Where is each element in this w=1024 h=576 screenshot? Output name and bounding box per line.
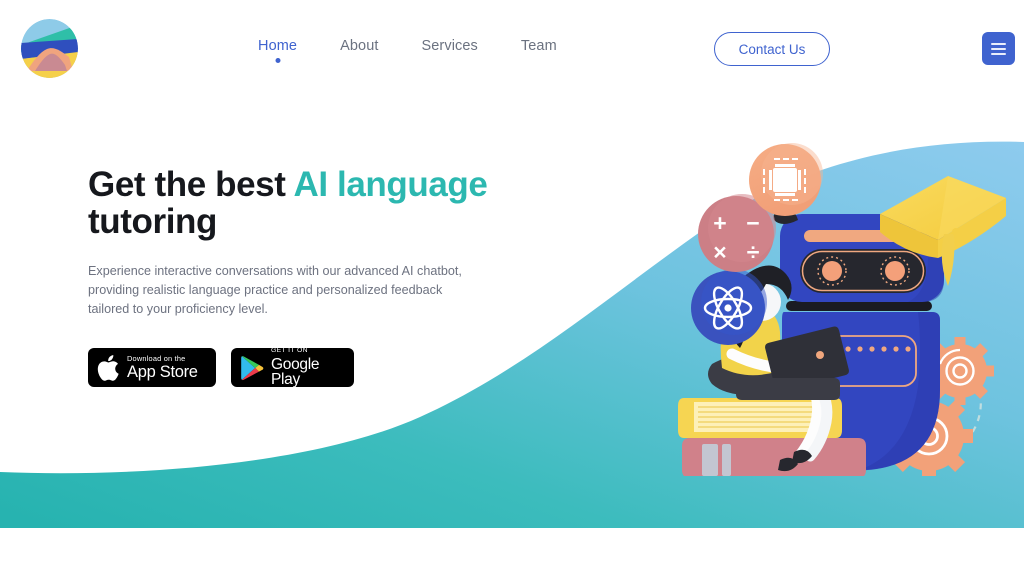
apple-logo-icon (97, 354, 120, 382)
nav-item-label: Team (520, 38, 557, 54)
app-store-badges: Download on the App Store GET IT ON Goog… (88, 346, 508, 389)
nav-item-label: Home (258, 38, 298, 54)
menu-bar (991, 42, 1006, 45)
google-play-badge[interactable]: GET IT ON Google Play (231, 346, 354, 389)
nav-item-services[interactable]: Services (422, 36, 478, 58)
headline-accent: AI language (293, 165, 488, 204)
svg-text:−: − (746, 210, 759, 236)
badge-big-label: App Store (127, 363, 198, 382)
landing-page: Home About Services Team Contact Us + − … (0, 0, 1024, 576)
nav-item-label: About (340, 38, 379, 54)
hero-content: Get the best AI language tutoring Experie… (88, 166, 508, 387)
google-play-icon (240, 355, 264, 381)
main-navigation: Home About Services Team (258, 36, 557, 63)
hero-illustration: + − × ÷ (676, 136, 1024, 476)
hero-description: Experience interactive conversations wit… (88, 263, 462, 317)
hamburger-menu-icon[interactable] (982, 32, 1015, 65)
svg-text:+: + (713, 210, 726, 236)
book-stack (678, 398, 866, 476)
badge-cpu-chip-icon (749, 143, 823, 216)
badge-small-label: GET IT ON (271, 346, 308, 354)
contact-us-button[interactable]: Contact Us (714, 32, 830, 66)
headline-part-1: Get the best (88, 165, 294, 204)
svg-text:×: × (713, 239, 726, 265)
app-store-badge-text: Download on the App Store (127, 353, 198, 382)
site-header: Home About Services Team Contact Us (0, 0, 1024, 96)
brand-logo[interactable] (21, 19, 78, 78)
svg-text:÷: ÷ (747, 239, 760, 265)
nav-item-team[interactable]: Team (521, 36, 557, 58)
nav-item-label: Services (421, 38, 478, 54)
app-store-badge[interactable]: Download on the App Store (88, 348, 216, 388)
nav-item-home[interactable]: Home (258, 36, 298, 63)
menu-bar (991, 52, 1006, 55)
nav-item-about[interactable]: About (340, 36, 378, 58)
menu-bar (991, 47, 1006, 50)
badge-big-label: Google Play (271, 355, 320, 389)
headline-part-2: tutoring (88, 202, 217, 242)
google-play-badge-text: GET IT ON Google Play (271, 346, 344, 389)
active-indicator-dot (275, 58, 281, 63)
badge-small-label: Download on the (127, 353, 186, 363)
page-title: Get the best AI language tutoring (88, 166, 508, 241)
